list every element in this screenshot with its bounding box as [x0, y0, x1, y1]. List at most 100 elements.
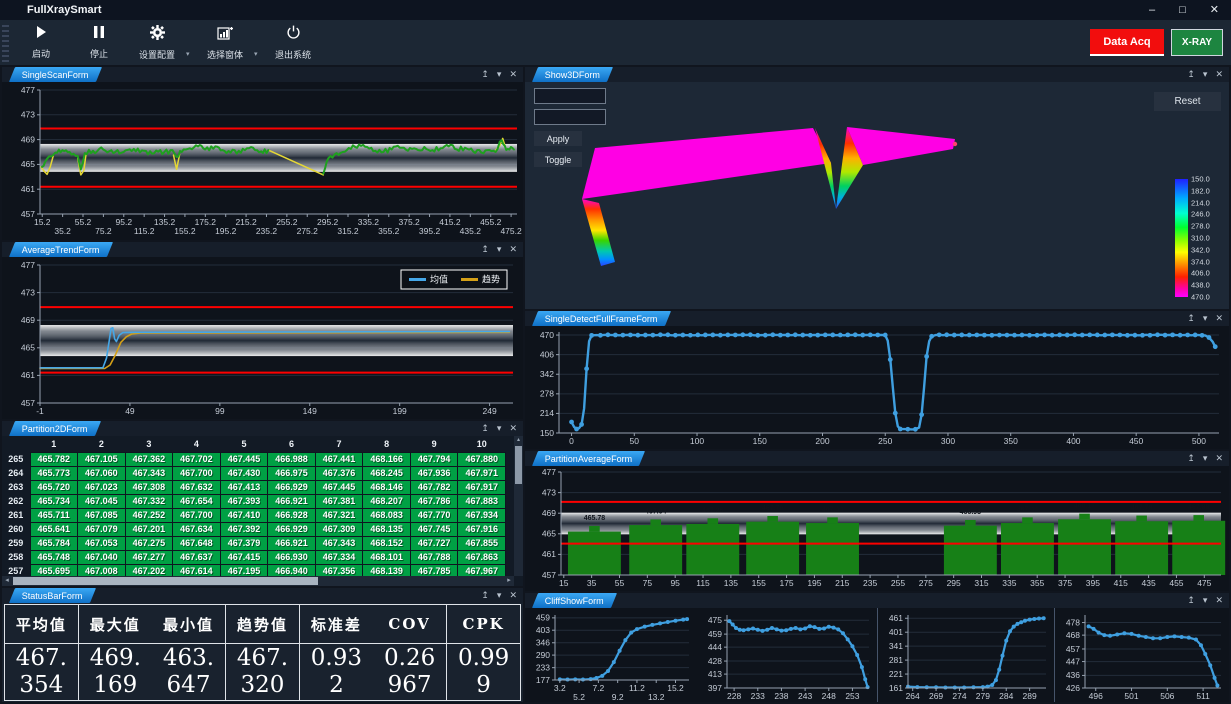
svg-text:511: 511 [1196, 691, 1210, 701]
maximize-button[interactable]: □ [1179, 0, 1186, 20]
stat-value-min: 463.647 [152, 644, 226, 701]
partition-table: 12345678910265465.782467.105467.362467.7… [2, 436, 506, 579]
colorbar-label: 214.0 [1191, 198, 1210, 207]
chevron-down-icon[interactable]: ▾ [497, 588, 502, 603]
dock-pin-icon[interactable]: ↥ [481, 588, 489, 603]
column-header: 5 [220, 436, 268, 452]
table-row: 259465.784467.053467.275467.648467.37946… [2, 536, 506, 550]
table-cell: 467.085 [78, 508, 126, 522]
panel-tab[interactable]: SingleScanForm [9, 67, 102, 82]
scroll-left-icon[interactable]: ◂ [2, 576, 12, 586]
svg-text:284: 284 [999, 691, 1013, 701]
panel-tab[interactable]: PartitionAverageForm [532, 451, 645, 466]
start-button[interactable]: 启动 [12, 20, 70, 65]
select-form-dropdown-caret[interactable]: ▾ [254, 50, 264, 58]
colorbar-gradient [1175, 179, 1188, 297]
svg-text:35.2: 35.2 [54, 226, 71, 236]
table-cell: 468.245 [363, 466, 411, 480]
chevron-down-icon[interactable]: ▾ [1203, 311, 1208, 326]
table-cell: 467.392 [220, 522, 268, 536]
vertical-scrollbar[interactable]: ▴ [514, 436, 523, 576]
svg-text:468.17: 468.17 [1074, 503, 1096, 510]
toolbar-grip[interactable] [2, 23, 9, 62]
horizontal-scrollbar[interactable]: ◂▸ [2, 576, 514, 586]
close-button[interactable]: ✕ [1210, 0, 1219, 20]
select-form-button[interactable]: 选择窗体 [196, 20, 254, 65]
reset-button[interactable]: Reset [1154, 92, 1221, 111]
param-input-2[interactable] [534, 109, 606, 125]
close-icon[interactable]: ✕ [509, 67, 517, 82]
svg-text:315.2: 315.2 [337, 226, 359, 236]
svg-text:7.2: 7.2 [592, 683, 604, 693]
close-icon[interactable]: ✕ [509, 588, 517, 603]
colorbar-label: 246.0 [1191, 210, 1210, 219]
dock-pin-icon[interactable]: ↥ [1187, 451, 1195, 466]
chevron-down-icon[interactable]: ▾ [497, 242, 502, 257]
chevron-down-icon[interactable]: ▾ [1203, 593, 1208, 608]
toggle-button[interactable]: Toggle [534, 152, 582, 167]
stop-button[interactable]: 停止 [70, 20, 128, 65]
close-icon[interactable]: ✕ [1215, 451, 1223, 466]
settings-dropdown-caret[interactable]: ▾ [186, 50, 196, 58]
svg-text:290: 290 [536, 650, 550, 660]
panel-tab[interactable]: AverageTrendForm [9, 242, 113, 257]
table-cell: 467.040 [78, 550, 126, 564]
chevron-down-icon[interactable]: ▾ [497, 421, 502, 436]
svg-text:346: 346 [536, 638, 550, 648]
surface-3d-plot[interactable] [525, 82, 1229, 309]
dock-pin-icon[interactable]: ↥ [1187, 67, 1195, 82]
apply-button[interactable]: Apply [534, 131, 582, 146]
close-icon[interactable]: ✕ [1215, 67, 1223, 82]
settings-button[interactable]: 设置配置 [128, 20, 186, 65]
close-icon[interactable]: ✕ [509, 242, 517, 257]
chevron-down-icon[interactable]: ▾ [1203, 67, 1208, 82]
row-header: 259 [2, 536, 30, 550]
svg-text:501: 501 [1124, 691, 1138, 701]
exit-system-button[interactable]: 退出系统 [264, 20, 322, 65]
colorbar-label: 342.0 [1191, 245, 1210, 254]
panel-header: PartitionAverageForm ↥ ▾ ✕ [525, 451, 1229, 466]
svg-text:275: 275 [919, 578, 933, 588]
svg-text:228: 228 [727, 691, 741, 701]
chevron-down-icon[interactable]: ▾ [497, 67, 502, 82]
scrollbar-thumb[interactable] [13, 577, 318, 585]
chevron-down-icon[interactable]: ▾ [1203, 451, 1208, 466]
table-cell: 467.936 [410, 466, 458, 480]
colorbar-label: 150.0 [1191, 175, 1210, 184]
svg-text:415: 415 [1114, 578, 1128, 588]
close-icon[interactable]: ✕ [1215, 311, 1223, 326]
param-input-1[interactable] [534, 88, 606, 104]
close-icon[interactable]: ✕ [1215, 593, 1223, 608]
svg-text:475: 475 [1197, 578, 1211, 588]
panel-tab[interactable]: Show3DForm [532, 67, 613, 82]
table-cell: 468.101 [363, 550, 411, 564]
panel-partition-average: PartitionAverageForm ↥▾✕ 465.78467.04467… [525, 451, 1229, 591]
dock-pin-icon[interactable]: ↥ [481, 421, 489, 436]
stat-header-max: 最大值 [78, 605, 152, 644]
svg-text:315: 315 [974, 578, 988, 588]
dock-pin-icon[interactable]: ↥ [481, 67, 489, 82]
scrollbar-thumb[interactable] [515, 446, 522, 484]
table-cell: 468.083 [363, 508, 411, 522]
data-acq-button[interactable]: Data Acq [1090, 29, 1164, 56]
panel-tab[interactable]: CliffShowForm [532, 593, 617, 608]
dock-pin-icon[interactable]: ↥ [1187, 311, 1195, 326]
panel-tab[interactable]: Partition2DForm [9, 421, 101, 436]
panel-tab[interactable]: SingleDetectFullFrameForm [532, 311, 671, 326]
table-cell: 467.770 [410, 508, 458, 522]
table-cell: 467.654 [173, 494, 221, 508]
svg-text:275.2: 275.2 [297, 226, 319, 236]
dock-pin-icon[interactable]: ↥ [1187, 593, 1195, 608]
panel-tab[interactable]: StatusBarForm [9, 588, 96, 603]
svg-text:155: 155 [752, 578, 766, 588]
stat-header-mean: 平均值 [5, 605, 79, 644]
scroll-right-icon[interactable]: ▸ [504, 576, 514, 586]
minimize-button[interactable]: – [1149, 0, 1155, 20]
xray-button[interactable]: X-RAY [1171, 29, 1223, 56]
close-icon[interactable]: ✕ [509, 421, 517, 436]
svg-text:457: 457 [542, 570, 556, 580]
table-cell: 467.376 [315, 466, 363, 480]
panel-header: Partition2DForm ↥ ▾ ✕ [2, 421, 523, 436]
dock-pin-icon[interactable]: ↥ [481, 242, 489, 257]
table-cell: 467.441 [315, 452, 363, 466]
